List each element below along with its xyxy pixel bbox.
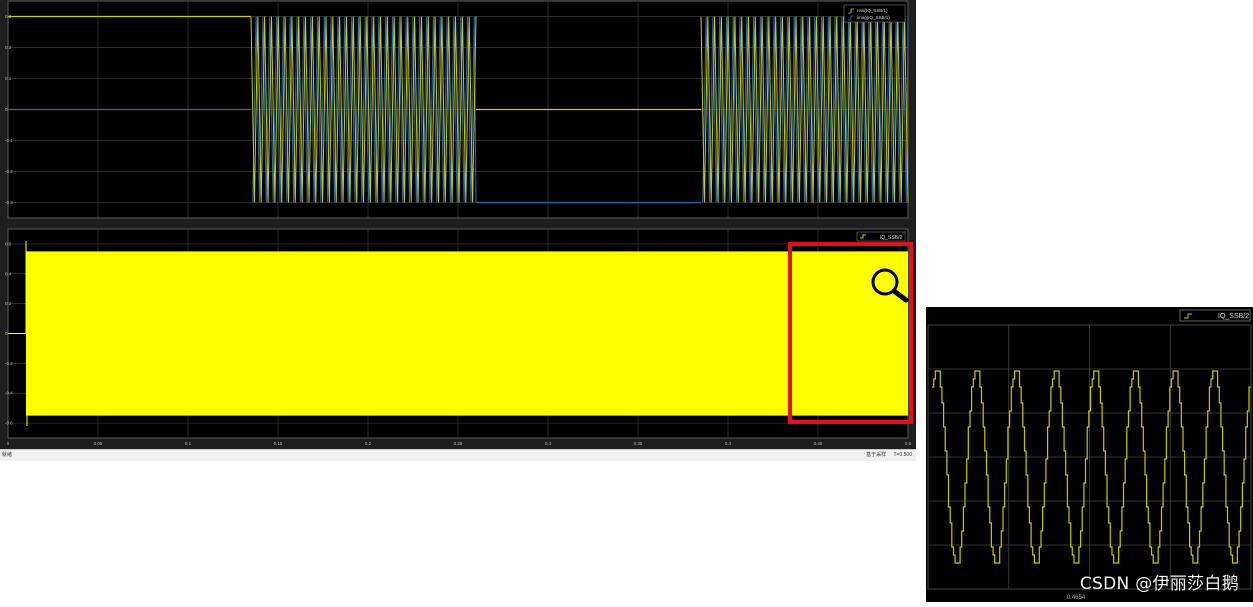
status-bar: 就绪 基于采样 T=0.500 (0, 449, 916, 461)
x-tick-label: 0.05 (94, 441, 103, 446)
status-ready: 就绪 (2, 452, 13, 458)
watermark: CSDN @伊丽莎白鹅 (1079, 574, 1239, 594)
x-tick-label: 0.4 (725, 441, 732, 446)
x-tick-label: 0.35 (634, 441, 643, 446)
zoom-legend[interactable]: IQ_SSB/2 (1179, 309, 1251, 322)
x-tick-label: 0.45 (814, 441, 823, 446)
y-tick-label: 0.6 (5, 241, 12, 246)
bottom-legend[interactable]: IQ_SSB/2 (856, 231, 906, 242)
zoom-grid (927, 324, 1252, 590)
iq-ssb2-trace-band (26, 251, 908, 416)
status-time: T=0.500 (893, 452, 913, 458)
x-tick-label: 0 (7, 441, 10, 446)
bottom-x-ticks: 0 0.05 0.1 0.15 0.2 0.25 0.3 0.35 0.4 0.45 0.5 (7, 441, 912, 446)
status-sampling: 基于采样 (866, 452, 887, 458)
y-tick-label: 0.1 (5, 76, 12, 81)
legend-label-iq-ssb2: IQ_SSB/2 (880, 235, 902, 241)
scope-window: 0.3 0.2 0.1 0 -0.1 -0.2 -0.3 0.6 0.4 0.2 0 -0.2 -0.… (0, 0, 916, 461)
y-tick-label: -0.4 (5, 391, 13, 396)
y-tick-label: -0.3 (5, 200, 13, 205)
y-tick-label: -0.6 (5, 421, 13, 426)
x-tick-label: 0.2 (365, 441, 372, 446)
y-tick-label: 0.2 (5, 45, 12, 50)
y-tick-label: 0.2 (5, 301, 12, 306)
zoom-x-tick: 0.4654 (1067, 595, 1086, 601)
zoom-legend-label: IQ_SSB/2 (1218, 313, 1249, 320)
x-tick-label: 0.5 (905, 441, 912, 446)
status-right: 基于采样 T=0.500 (860, 450, 912, 461)
y-tick-label: -0.2 (5, 361, 13, 366)
y-tick-label: 0.4 (5, 271, 12, 276)
x-tick-label: 0.15 (274, 441, 283, 446)
x-tick-label: 0.25 (454, 441, 463, 446)
legend-label-real: real(IQ_SSB/1) (857, 8, 888, 13)
x-tick-label: 0.1 (185, 441, 192, 446)
y-tick-label: -0.2 (5, 169, 13, 174)
zoom-plot: IQ_SSB/2 0.4654 (927, 309, 1252, 601)
scope-plots: 0.30.20.10-0.1-0.2-0.3 0.60.40.20-0.2-0.… (5, 0, 913, 446)
zoom-panel: IQ_SSB/2 0.4654 CSDN @伊丽莎白鹅 (926, 307, 1253, 602)
bottom-traces (8, 240, 908, 427)
y-tick-label: -0.1 (5, 138, 13, 143)
top-legend[interactable]: real(IQ_SSB/1) imag(IQ_SSB/1) (843, 4, 906, 23)
x-tick-label: 0.3 (545, 441, 552, 446)
legend-label-imag: imag(IQ_SSB/1) (857, 15, 890, 20)
